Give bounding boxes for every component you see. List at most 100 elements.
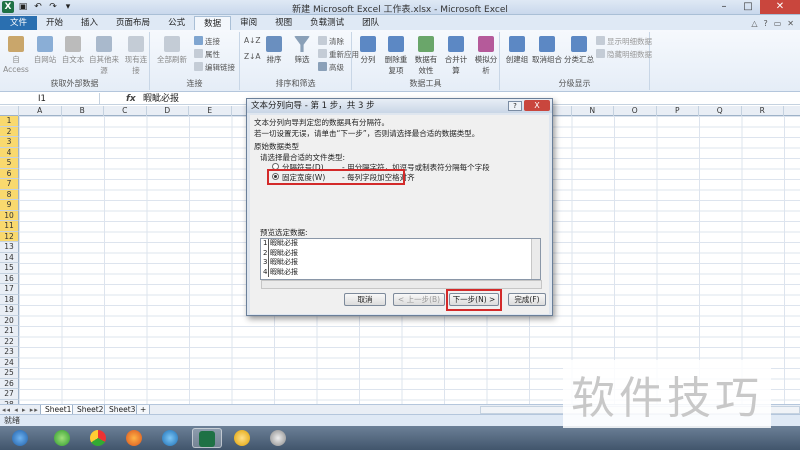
preview-vertical-scrollbar[interactable] [531,239,540,279]
taskbar [0,426,800,450]
column-header-c[interactable]: C [104,106,147,116]
tab-insert[interactable]: 插入 [72,16,107,30]
row-header-2[interactable]: 2 [0,126,19,137]
column-header-p[interactable]: P [657,106,699,116]
select-all-corner[interactable] [0,106,19,116]
row-header-11[interactable]: 11 [0,221,19,232]
row-header-25[interactable]: 25 [0,368,19,379]
from-web-button[interactable]: 自网站 [32,36,58,65]
row-header-21[interactable]: 21 [0,326,19,337]
column-header-a[interactable]: A [19,106,62,116]
row-header-4[interactable]: 4 [0,147,19,158]
subtotal-button[interactable]: 分类汇总 [564,36,594,65]
row-header-5[interactable]: 5 [0,158,19,169]
taskbar-app-1[interactable] [48,428,78,448]
connections-button[interactable]: 连接 [194,36,220,47]
taskbar-app-3[interactable] [120,428,150,448]
tab-home[interactable]: 开始 [37,16,72,30]
remove-duplicates-button[interactable]: 删除重复项 [382,36,410,76]
row-header-26[interactable]: 26 [0,378,19,389]
show-detail-button[interactable]: 显示明细数据 [596,36,652,47]
row-header-12[interactable]: 12 [0,231,19,242]
row-header-1[interactable]: 1 [0,116,19,127]
taskbar-app-7[interactable] [264,428,294,448]
tab-load-test[interactable]: 负载测试 [301,16,353,30]
taskbar-app-2[interactable] [84,428,114,448]
row-header-7[interactable]: 7 [0,179,19,190]
clear-button[interactable]: 清除 [318,36,344,47]
column-header-n[interactable]: N [572,106,614,116]
row-header-23[interactable]: 23 [0,347,19,358]
from-text-button[interactable]: 自文本 [60,36,86,65]
taskbar-app-6[interactable] [228,428,258,448]
row-header-16[interactable]: 16 [0,273,19,284]
tab-formulas[interactable]: 公式 [159,16,194,30]
existing-connections-button[interactable]: 现有连接 [122,36,150,76]
close-workbook-icon[interactable]: ✕ [787,19,794,28]
insert-function-icon[interactable]: fx [126,93,136,105]
ungroup-button[interactable]: 取消组合 [532,36,562,65]
preview-horizontal-scrollbar[interactable] [261,280,542,289]
column-header-d[interactable]: D [147,106,189,116]
refresh-all-button[interactable]: 全部刷新 [156,36,188,65]
row-header-17[interactable]: 17 [0,284,19,295]
back-button[interactable]: < 上一步(B) [393,293,445,306]
column-header-e[interactable]: E [189,106,232,116]
start-button[interactable] [6,428,36,448]
sort-za-button[interactable]: Z↓A [244,52,261,61]
row-header-15[interactable]: 15 [0,263,19,274]
formula-input[interactable]: 暇眦必报 [143,93,179,105]
consolidate-button[interactable]: 合并计算 [442,36,470,76]
maximize-button[interactable]: □ [736,0,760,14]
finish-button[interactable]: 完成(F) [508,293,546,306]
column-header-b[interactable]: B [62,106,104,116]
what-if-analysis-button[interactable]: 模拟分析 [472,36,500,76]
tab-data[interactable]: 数据 [194,16,232,30]
tab-team[interactable]: 团队 [353,16,388,30]
filter-button[interactable]: 筛选 [290,36,314,65]
restore-icon[interactable]: ▭ [774,19,782,28]
row-header-14[interactable]: 14 [0,252,19,263]
dialog-help-button[interactable]: ? [508,101,522,111]
minimize-ribbon-icon[interactable]: △ [751,19,757,28]
dialog-close-button[interactable]: X [524,100,550,111]
column-header-q[interactable]: Q [699,106,742,116]
tab-review[interactable]: 审阅 [231,16,266,30]
from-access-button[interactable]: 自 Access [2,36,30,74]
row-header-6[interactable]: 6 [0,168,19,179]
row-header-20[interactable]: 20 [0,315,19,326]
row-header-8[interactable]: 8 [0,189,19,200]
row-header-10[interactable]: 10 [0,210,19,221]
row-header-24[interactable]: 24 [0,357,19,368]
tab-view[interactable]: 视图 [266,16,301,30]
from-other-sources-button[interactable]: 自其他来源 [88,36,120,76]
group-button[interactable]: 创建组 [504,36,530,65]
properties-button[interactable]: 属性 [194,49,220,60]
row-header-19[interactable]: 19 [0,305,19,316]
taskbar-excel[interactable] [192,428,222,448]
name-box[interactable]: I1 [0,93,100,105]
sort-az-button[interactable]: A↓Z [244,36,261,45]
row-header-22[interactable]: 22 [0,336,19,347]
row-header-18[interactable]: 18 [0,294,19,305]
cancel-button[interactable]: 取消 [344,293,386,306]
hide-detail-button[interactable]: 隐藏明细数据 [596,49,652,60]
advanced-button[interactable]: 高级 [318,62,344,73]
column-header-r[interactable]: R [742,106,784,116]
row-header-3[interactable]: 3 [0,137,19,148]
row-header-13[interactable]: 13 [0,242,19,253]
access-icon [8,36,24,52]
tab-page-layout[interactable]: 页面布局 [107,16,159,30]
sort-button[interactable]: 排序 [262,36,286,65]
edit-links-button[interactable]: 编辑链接 [194,62,235,73]
minimize-button[interactable]: – [712,0,736,14]
text-to-columns-button[interactable]: 分列 [356,36,380,65]
row-header-27[interactable]: 27 [0,389,19,400]
close-window-button[interactable]: ✕ [760,0,800,14]
row-header-9[interactable]: 9 [0,200,19,211]
tab-file[interactable]: 文件 [0,16,38,30]
column-header-o[interactable]: O [614,106,657,116]
data-validation-button[interactable]: 数据有效性 [412,36,440,76]
help-icon[interactable]: ? [763,19,767,28]
taskbar-app-4[interactable] [156,428,186,448]
